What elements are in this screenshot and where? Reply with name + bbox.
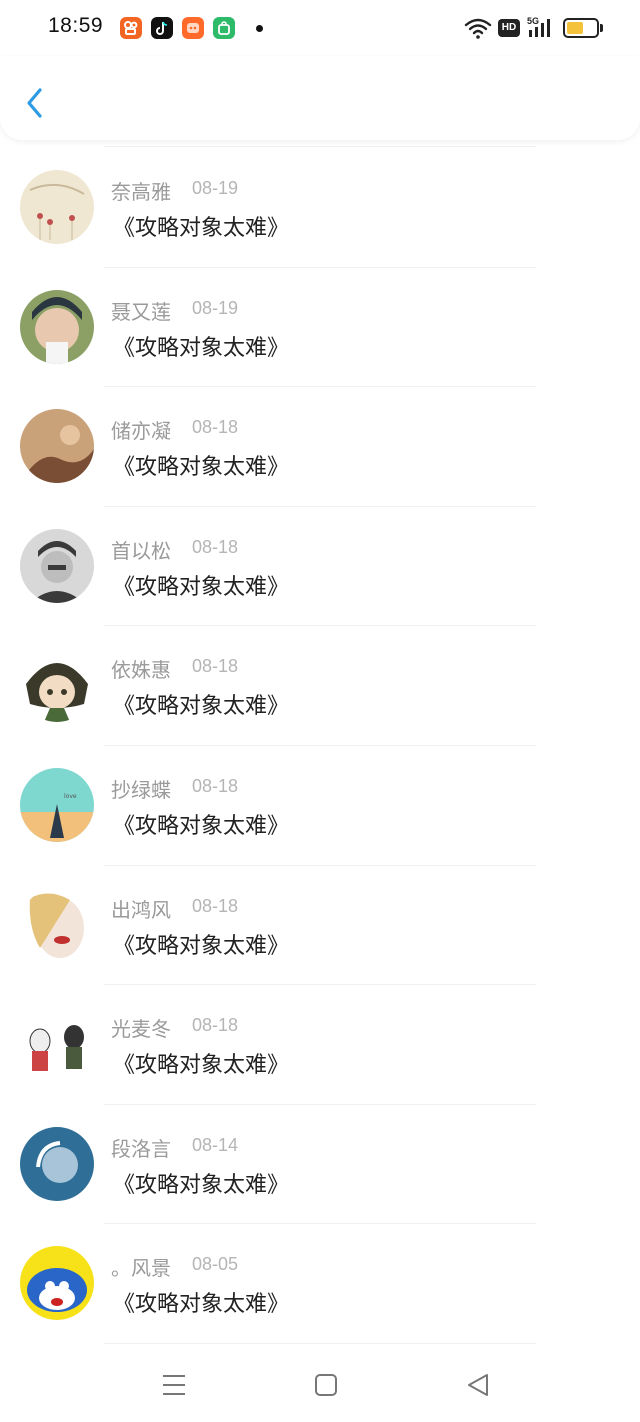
item-date: 08-18 xyxy=(192,1015,239,1036)
item-date: 08-18 xyxy=(192,776,239,796)
book-title[interactable]: 《攻略对象太难》 xyxy=(113,1286,289,1318)
item-date: 08-19 xyxy=(192,297,239,318)
menu-button[interactable] xyxy=(156,1367,192,1403)
home-square-icon xyxy=(315,1374,337,1396)
chevron-left-icon xyxy=(27,88,42,118)
user-name[interactable]: 储亦凝 xyxy=(111,415,171,444)
user-name[interactable]: 出鸿风 xyxy=(111,894,171,923)
user-name[interactable]: 依姝惠 xyxy=(111,654,171,683)
item-date: 08-18 xyxy=(192,536,239,557)
kuaishou-icon xyxy=(120,17,142,39)
avatar[interactable] xyxy=(20,528,94,603)
item-date: 08-18 xyxy=(192,656,239,677)
list-item[interactable]: 聂又莲 08-19 《攻略对象太难》 xyxy=(0,268,640,388)
network-type-label: 5G xyxy=(527,16,539,26)
douyin-icon xyxy=(151,17,173,39)
avatar[interactable] xyxy=(20,1007,94,1082)
app-store-icon xyxy=(213,17,235,39)
divider xyxy=(104,1342,536,1344)
item-date: 08-05 xyxy=(192,1254,239,1275)
avatar[interactable] xyxy=(20,170,94,244)
book-title[interactable]: 《攻略对象太难》 xyxy=(113,210,289,242)
list-item[interactable]: love 抄绿蝶 08-18 《攻略对象太难》 xyxy=(0,746,640,866)
avatar[interactable] xyxy=(20,1126,94,1201)
hd-badge: HD xyxy=(498,19,520,37)
svg-text:love: love xyxy=(64,793,77,800)
list-item[interactable]: 储亦凝 08-18 《攻略对象太难》 xyxy=(0,387,640,507)
item-date: 08-18 xyxy=(192,895,239,916)
status-time: 18:59 xyxy=(48,14,104,37)
item-date: 08-14 xyxy=(192,1134,239,1155)
avatar[interactable] xyxy=(20,289,94,364)
book-title[interactable]: 《攻略对象太难》 xyxy=(113,1167,289,1199)
wifi-icon xyxy=(464,17,492,43)
battery-icon xyxy=(563,18,603,38)
user-name[interactable]: 奈高雅 xyxy=(111,176,171,205)
user-name[interactable]: 段洛言 xyxy=(111,1133,171,1162)
avatar[interactable] xyxy=(20,648,94,723)
book-title[interactable]: 《攻略对象太难》 xyxy=(113,330,289,362)
book-title[interactable]: 《攻略对象太难》 xyxy=(113,569,289,601)
user-name[interactable]: 抄绿蝶 xyxy=(111,774,171,803)
book-title[interactable]: 《攻略对象太难》 xyxy=(113,928,289,960)
back-triangle-icon xyxy=(468,1374,488,1396)
user-name[interactable]: 聂又莲 xyxy=(111,296,171,325)
list-item[interactable]: 。风景 08-05 《攻略对象太难》 xyxy=(0,1224,640,1344)
list-item[interactable]: 依姝惠 08-18 《攻略对象太难》 xyxy=(0,626,640,746)
user-name[interactable]: 。风景 xyxy=(111,1252,171,1281)
signal-5g-icon: 5G xyxy=(527,15,557,43)
book-title[interactable]: 《攻略对象太难》 xyxy=(113,1047,289,1079)
menu-icon xyxy=(163,1375,185,1395)
avatar[interactable] xyxy=(20,887,94,962)
list-item[interactable]: 出鸿风 08-18 《攻略对象太难》 xyxy=(0,866,640,986)
book-title[interactable]: 《攻略对象太难》 xyxy=(113,688,289,720)
divider xyxy=(104,146,536,147)
list-item[interactable]: 奈高雅 08-19 《攻略对象太难》 xyxy=(0,148,640,268)
notification-dot-icon xyxy=(256,25,263,32)
navigation-bar xyxy=(0,1345,640,1422)
book-title[interactable]: 《攻略对象太难》 xyxy=(113,449,289,481)
list-item[interactable]: 段洛言 08-14 《攻略对象太难》 xyxy=(0,1105,640,1225)
avatar[interactable]: love xyxy=(20,768,94,842)
user-name[interactable]: 光麦冬 xyxy=(111,1013,171,1042)
list-item[interactable]: 首以松 08-18 《攻略对象太难》 xyxy=(0,507,640,627)
header xyxy=(0,56,640,140)
taobao-icon xyxy=(182,17,204,39)
battery-level xyxy=(567,22,583,34)
status-bar: 18:59 HD 5G xyxy=(0,0,640,56)
item-date: 08-18 xyxy=(192,417,239,438)
avatar[interactable] xyxy=(20,1246,94,1321)
back-nav-button[interactable] xyxy=(460,1367,496,1403)
user-name[interactable]: 首以松 xyxy=(111,535,171,564)
avatar[interactable] xyxy=(20,409,94,484)
book-title[interactable]: 《攻略对象太难》 xyxy=(113,808,289,840)
home-button[interactable] xyxy=(308,1367,344,1403)
back-button[interactable] xyxy=(18,82,54,124)
item-date: 08-19 xyxy=(192,178,239,198)
list-item[interactable]: 光麦冬 08-18 《攻略对象太难》 xyxy=(0,985,640,1105)
